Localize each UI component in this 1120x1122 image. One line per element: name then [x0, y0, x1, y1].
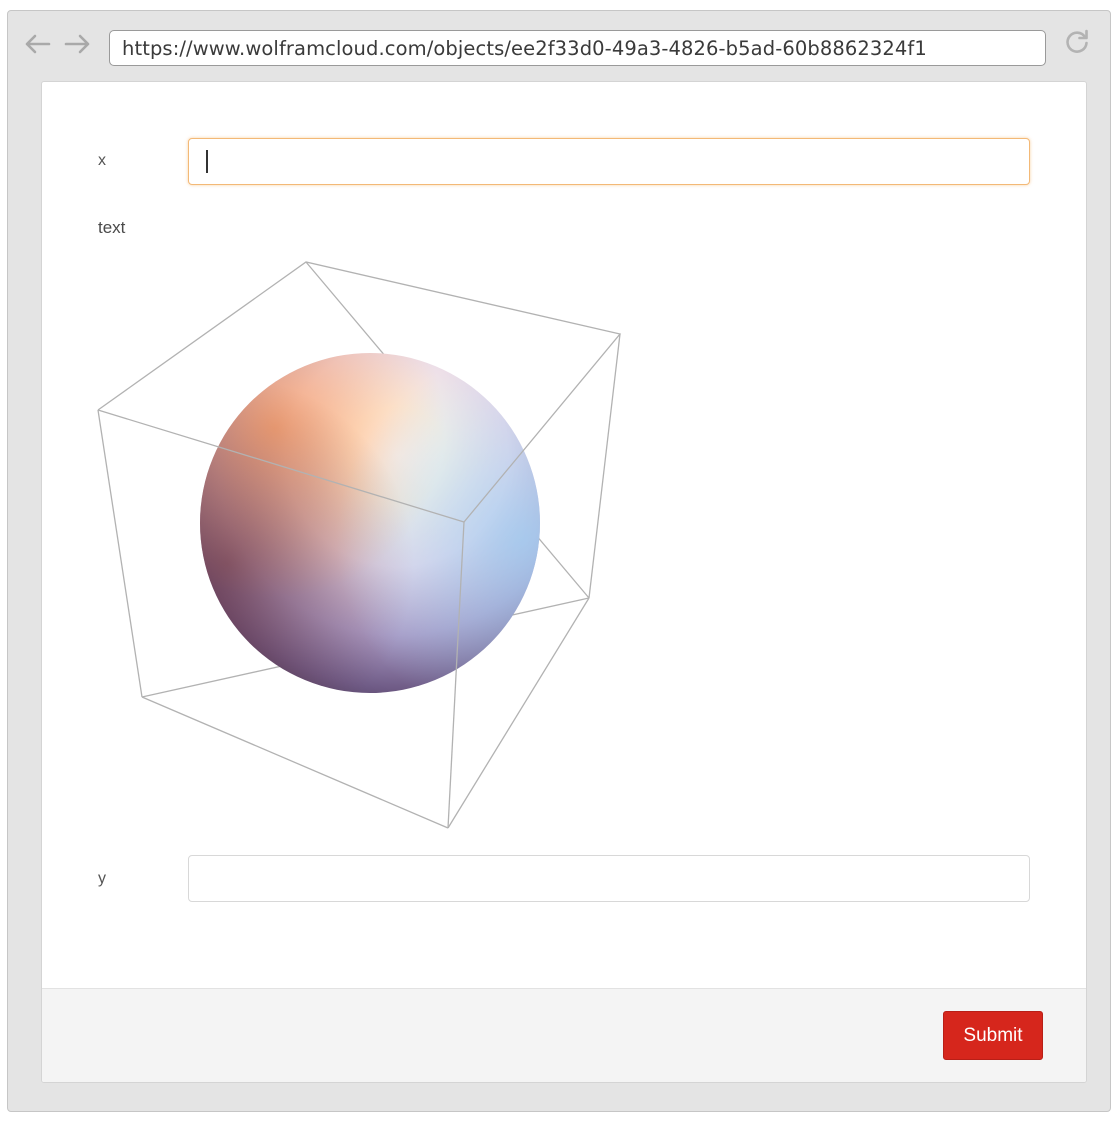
form-footer: Submit [42, 988, 1086, 1082]
browser-window: https://www.wolframcloud.com/objects/ee2… [7, 10, 1111, 1112]
field-label-y: y [98, 870, 106, 887]
submit-button[interactable]: Submit [943, 1011, 1043, 1060]
address-bar[interactable]: https://www.wolframcloud.com/objects/ee2… [109, 30, 1046, 66]
url-text: https://www.wolframcloud.com/objects/ee2… [122, 36, 927, 60]
sphere-graphic [97, 261, 622, 829]
reload-icon[interactable] [1060, 27, 1094, 57]
form-page: x text y Submit [41, 81, 1087, 1083]
forward-arrow-icon[interactable] [61, 29, 95, 59]
input-y[interactable] [188, 855, 1030, 902]
back-arrow-icon[interactable] [20, 29, 54, 59]
browser-toolbar: https://www.wolframcloud.com/objects/ee2… [8, 11, 1110, 79]
